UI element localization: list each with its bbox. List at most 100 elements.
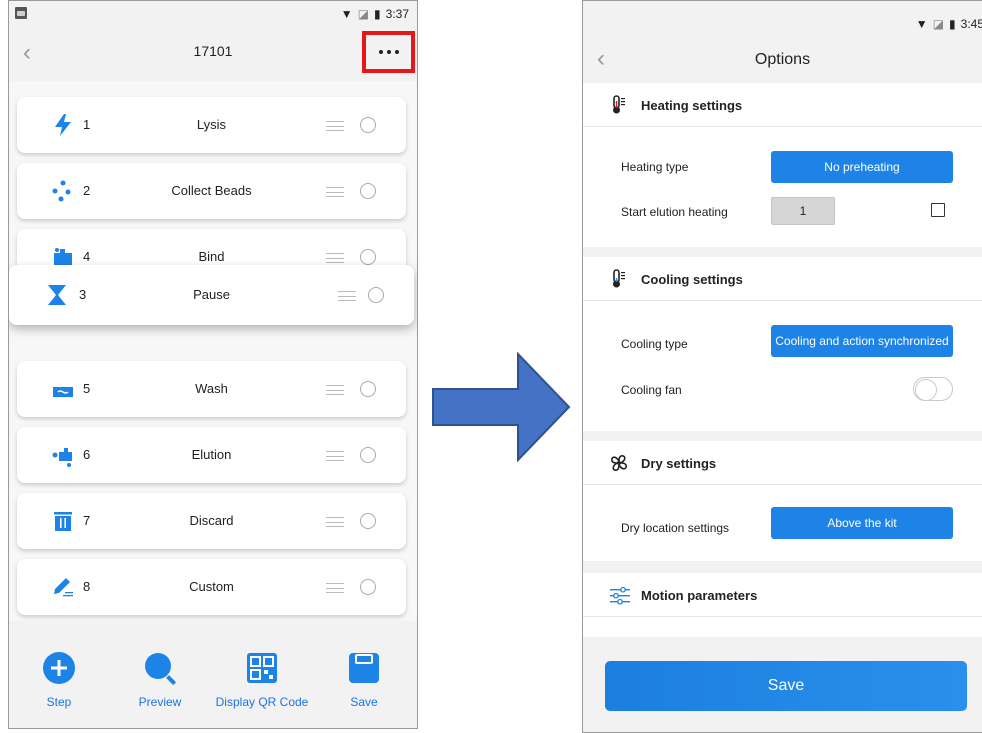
status-bar: ▼ ◪ ▮ 3:37	[9, 1, 417, 29]
no-sim-icon: ◪	[357, 7, 370, 21]
right-arrow-icon	[432, 352, 571, 462]
save-step-button[interactable]: Save	[309, 651, 417, 709]
title-bar: ‹ 17101	[9, 29, 417, 77]
page-title: Options	[754, 51, 811, 68]
sliders-icon	[610, 586, 630, 605]
step-select-radio[interactable]	[360, 249, 376, 265]
step-number: 7	[83, 513, 91, 528]
battery-icon: ▮	[374, 7, 381, 21]
dry-settings-title: Dry settings	[641, 456, 717, 471]
step-name: Bind	[198, 249, 225, 264]
add-step-button[interactable]: Step	[9, 651, 114, 709]
start-elution-heating-input[interactable]: 1	[771, 197, 835, 225]
plus-circle-icon	[43, 652, 75, 684]
qr-code-icon	[247, 653, 277, 683]
display-qr-code-label: Display QR Code	[215, 695, 309, 709]
dry-location-select[interactable]: Above the kit	[771, 507, 953, 539]
step-list: 1 Lysis 2 Collect Beads 4 Bind 3 Pause 5…	[9, 81, 417, 621]
step-card[interactable]: 8 Custom	[17, 559, 406, 615]
step-number: 6	[83, 447, 91, 462]
motion-parameters-title: Motion parameters	[641, 588, 758, 603]
beads-icon	[52, 180, 71, 202]
step-name: Discard	[189, 513, 234, 528]
step-name: Wash	[195, 381, 228, 396]
thermometer-icon	[613, 95, 625, 114]
start-elution-heating-checkbox[interactable]	[931, 203, 945, 217]
save-options-button[interactable]: Save	[605, 661, 967, 711]
status-time: 3:37	[385, 7, 409, 21]
step-select-radio[interactable]	[360, 117, 376, 133]
drag-handle-icon[interactable]	[338, 291, 356, 301]
right-phone-screen: ▼ ◪ ▮ 3:45 ‹ Options Heating settings He…	[582, 0, 982, 733]
drag-handle-icon[interactable]	[326, 121, 344, 131]
step-number: 4	[83, 249, 91, 264]
drag-handle-icon[interactable]	[326, 253, 344, 263]
hourglass-icon	[48, 285, 66, 305]
add-step-label: Step	[46, 695, 72, 709]
dry-settings-section: Dry settings Dry location settings Above…	[583, 441, 982, 561]
step-card[interactable]: 2 Collect Beads	[17, 163, 406, 219]
preview-button[interactable]: Preview	[105, 651, 215, 709]
gallery-notification-icon	[15, 7, 27, 19]
wash-icon	[53, 383, 73, 397]
more-options-button[interactable]	[362, 31, 415, 73]
cooling-settings-title: Cooling settings	[641, 272, 743, 287]
status-bar: ▼ ◪ ▮ 3:45	[583, 11, 982, 39]
fan-icon	[611, 455, 627, 471]
heating-type-label: Heating type	[621, 160, 689, 174]
thermometer-icon	[613, 269, 625, 288]
step-select-radio[interactable]	[360, 579, 376, 595]
step-number: 2	[83, 183, 91, 198]
cooling-type-select[interactable]: Cooling and action synchronized	[771, 325, 953, 357]
left-phone-screen: ▼ ◪ ▮ 3:37 ‹ 17101 1 Lysis 2 Collect Bea…	[8, 0, 418, 729]
step-name: Elution	[191, 447, 232, 462]
more-dots-icon	[378, 50, 399, 54]
magnifier-icon	[145, 653, 177, 685]
step-card[interactable]: 1 Lysis	[17, 97, 406, 153]
save-step-label: Save	[350, 695, 378, 709]
drag-handle-icon[interactable]	[326, 385, 344, 395]
preview-label: Preview	[138, 695, 182, 709]
display-qr-code-button[interactable]: Display QR Code	[207, 651, 317, 709]
step-name: Pause	[193, 287, 230, 302]
drag-handle-icon[interactable]	[326, 187, 344, 197]
cooling-type-label: Cooling type	[621, 337, 688, 351]
heating-type-select[interactable]: No preheating	[771, 151, 953, 183]
battery-icon: ▮	[949, 17, 956, 31]
drag-handle-icon[interactable]	[326, 517, 344, 527]
drag-handle-icon[interactable]	[326, 451, 344, 461]
heating-settings-section: Heating settings Heating type No preheat…	[583, 83, 982, 247]
floppy-disk-icon	[349, 653, 379, 683]
step-number: 5	[83, 381, 91, 396]
step-name: Lysis	[196, 117, 227, 132]
step-select-radio[interactable]	[360, 447, 376, 463]
options-scroll-area[interactable]: Heating settings Heating type No preheat…	[583, 83, 982, 637]
elution-icon	[52, 448, 72, 467]
step-card[interactable]: 5 Wash	[17, 361, 406, 417]
motion-parameters-section: Motion parameters	[583, 573, 982, 637]
wifi-icon: ▼	[340, 7, 353, 21]
step-card[interactable]: 6 Elution	[17, 427, 406, 483]
step-select-radio[interactable]	[360, 381, 376, 397]
step-select-radio[interactable]	[368, 287, 384, 303]
page-title: 17101	[193, 43, 233, 59]
status-time: 3:45	[960, 17, 982, 31]
step-card[interactable]: 7 Discard	[17, 493, 406, 549]
cooling-fan-label: Cooling fan	[621, 383, 682, 397]
heating-settings-title: Heating settings	[641, 98, 743, 113]
cooling-settings-section: Cooling settings Cooling type Cooling an…	[583, 257, 982, 431]
pen-icon	[54, 578, 73, 597]
dry-location-label: Dry location settings	[621, 521, 730, 535]
start-elution-heating-label: Start elution heating	[621, 205, 728, 219]
step-card-dragging[interactable]: 3 Pause	[9, 265, 414, 325]
drag-handle-icon[interactable]	[326, 583, 344, 593]
lightning-icon	[55, 114, 71, 136]
step-name: Collect Beads	[171, 183, 252, 198]
bottom-toolbar: Step Preview Display QR Code Save	[9, 641, 417, 728]
step-number: 1	[83, 117, 91, 132]
step-number: 3	[79, 287, 87, 302]
step-select-radio[interactable]	[360, 183, 376, 199]
cooling-fan-toggle[interactable]	[913, 377, 953, 401]
step-select-radio[interactable]	[360, 513, 376, 529]
no-sim-icon: ◪	[932, 17, 945, 31]
